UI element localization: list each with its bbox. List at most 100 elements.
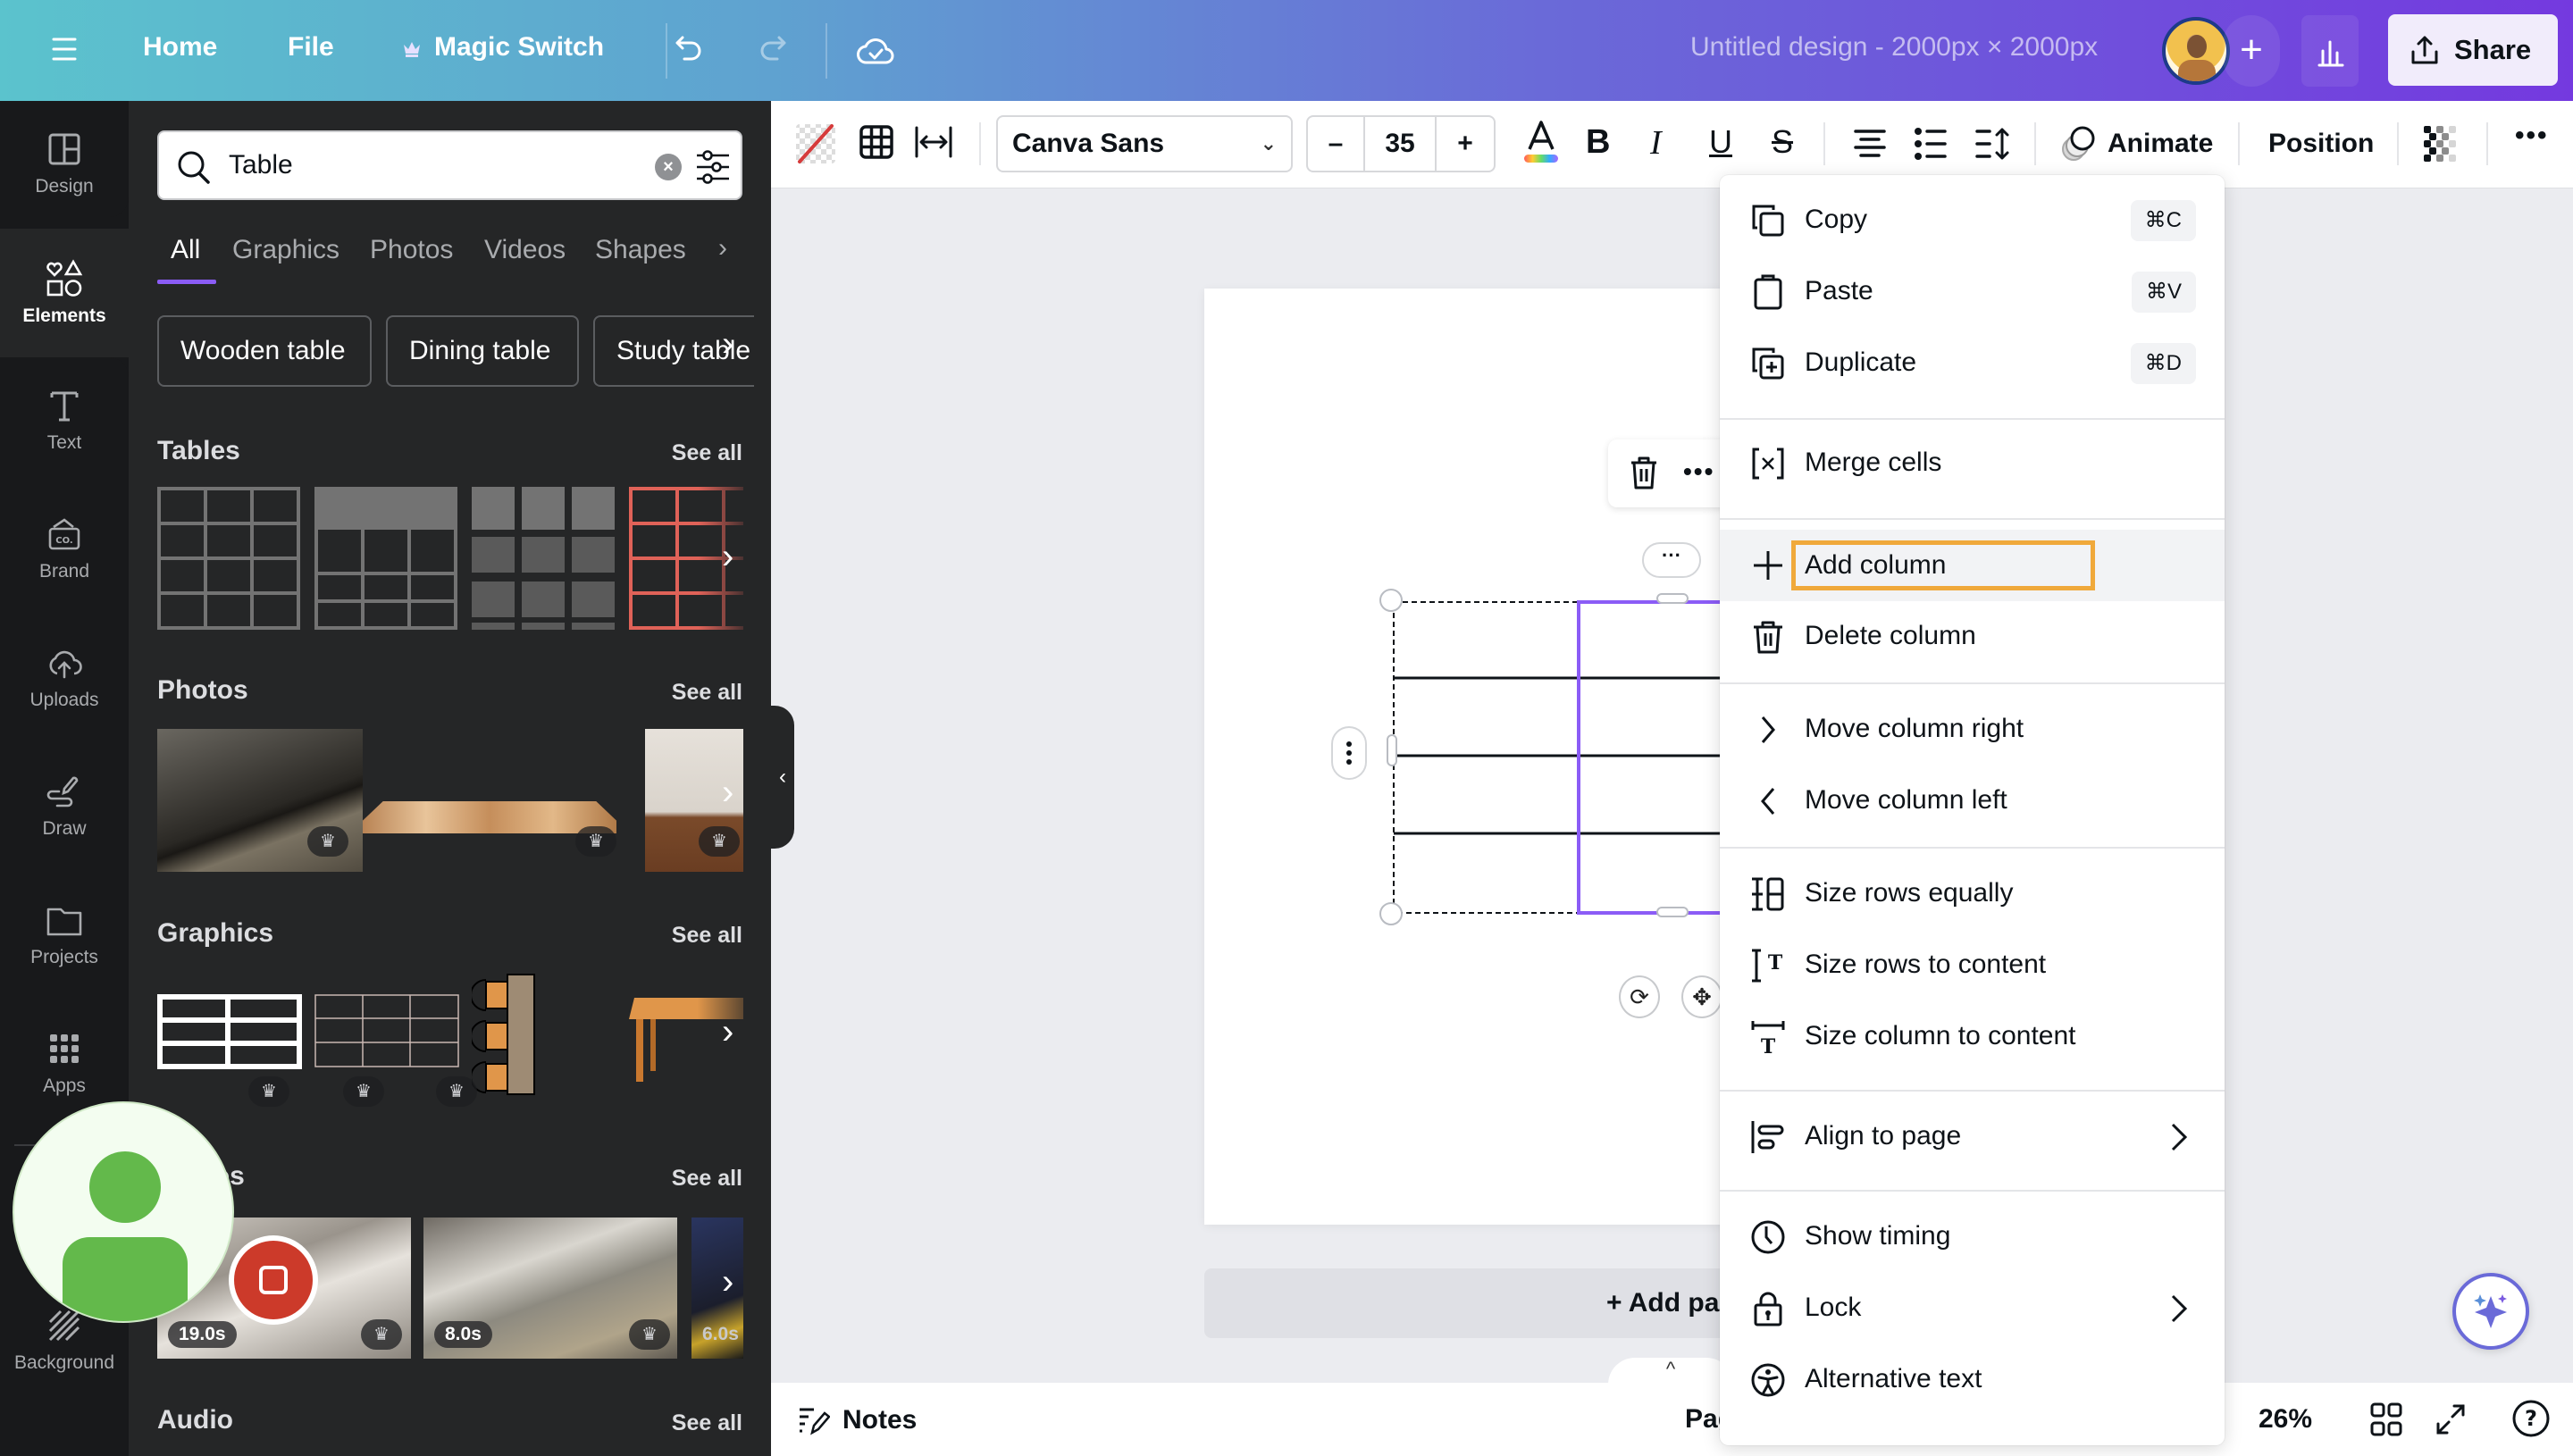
- file-menu[interactable]: File: [288, 32, 334, 63]
- spacing-icon[interactable]: [914, 126, 953, 158]
- home-link[interactable]: Home: [143, 32, 217, 63]
- tab-all[interactable]: All: [171, 235, 200, 265]
- rail-item-projects[interactable]: Projects: [0, 872, 129, 988]
- expand-pages-button[interactable]: ^: [1608, 1358, 1733, 1393]
- more-icon[interactable]: •••: [1683, 457, 1714, 486]
- menu-item-size-column-to-content[interactable]: T Size column to content: [1720, 1001, 2225, 1073]
- see-all-audio[interactable]: See all: [672, 1410, 742, 1436]
- menu-item-delete-column[interactable]: Delete column: [1720, 601, 2225, 673]
- document-title[interactable]: Untitled design - 2000px × 2000px: [1690, 32, 2098, 63]
- record-stop-button[interactable]: [229, 1235, 318, 1325]
- resize-handle[interactable]: [1379, 589, 1403, 612]
- rail-item-draw[interactable]: Draw: [0, 743, 129, 859]
- rotate-button[interactable]: ⟳: [1619, 975, 1660, 1018]
- bullet-list-icon[interactable]: [1913, 126, 1949, 162]
- table-thumbnail[interactable]: [472, 487, 615, 630]
- menu-item-move-column-left[interactable]: Move column left: [1720, 766, 2225, 837]
- zoom-level[interactable]: 26%: [2259, 1404, 2312, 1435]
- rail-item-design[interactable]: Design: [0, 101, 129, 217]
- trash-icon[interactable]: [1626, 454, 1662, 493]
- insights-button[interactable]: [2301, 15, 2359, 87]
- column-options-button[interactable]: ···: [1642, 542, 1701, 578]
- redo-icon[interactable]: [754, 32, 790, 68]
- graphics-next-icon[interactable]: ›: [722, 1012, 733, 1052]
- chip-dining-table[interactable]: Dining table: [386, 315, 579, 387]
- rail-item-text[interactable]: Text: [0, 357, 129, 473]
- fullscreen-icon[interactable]: [2435, 1402, 2467, 1436]
- chip-wooden-table[interactable]: Wooden table: [157, 315, 372, 387]
- menu-item-align-to-page[interactable]: Align to page: [1720, 1101, 2225, 1173]
- tab-shapes[interactable]: Shapes: [595, 235, 686, 265]
- see-all-photos[interactable]: See all: [672, 680, 742, 706]
- font-family-dropdown[interactable]: Canva Sans ⌄: [996, 115, 1293, 172]
- help-icon[interactable]: ?: [2511, 1399, 2551, 1438]
- row-resize-handle[interactable]: [1387, 734, 1397, 766]
- see-all-tables[interactable]: See all: [672, 440, 742, 466]
- row-options-button[interactable]: [1331, 726, 1367, 780]
- tab-graphics[interactable]: Graphics: [232, 235, 339, 265]
- undo-icon[interactable]: [672, 32, 708, 68]
- menu-item-size-rows-to-content[interactable]: T Size rows to content: [1720, 930, 2225, 1001]
- filter-icon[interactable]: [695, 148, 731, 186]
- menu-item-copy[interactable]: Copy ⌘C: [1720, 185, 2225, 256]
- increase-font-size-button[interactable]: +: [1437, 117, 1494, 171]
- hamburger-icon[interactable]: [50, 36, 79, 63]
- photo-thumbnail[interactable]: [363, 801, 616, 833]
- share-button[interactable]: Share: [2388, 14, 2558, 86]
- menu-item-lock[interactable]: Lock: [1720, 1273, 2225, 1344]
- menu-item-paste[interactable]: Paste ⌘V: [1720, 256, 2225, 328]
- menu-item-alternative-text[interactable]: Alternative text: [1720, 1344, 2225, 1416]
- collapse-panel-button[interactable]: ‹: [771, 706, 794, 849]
- table-thumbnail[interactable]: [157, 487, 300, 630]
- magic-switch-button[interactable]: Magic Switch: [434, 32, 604, 63]
- text-color-icon[interactable]: [1521, 119, 1561, 165]
- column-resize-handle[interactable]: [1656, 593, 1689, 604]
- videos-next-icon[interactable]: ›: [722, 1262, 733, 1302]
- cloud-saved-icon[interactable]: [856, 32, 895, 68]
- menu-item-size-rows-equally[interactable]: Size rows equally: [1720, 858, 2225, 930]
- font-size-stepper[interactable]: – 35 +: [1306, 115, 1496, 172]
- underline-button[interactable]: U: [1709, 123, 1732, 161]
- font-size-input[interactable]: 35: [1365, 117, 1437, 171]
- move-button[interactable]: ✥: [1681, 975, 1722, 1018]
- presenter-camera-bubble[interactable]: [13, 1101, 234, 1323]
- decrease-font-size-button[interactable]: –: [1308, 117, 1365, 171]
- menu-item-add-column[interactable]: Add column: [1720, 530, 2225, 601]
- menu-item-move-column-right[interactable]: Move column right: [1720, 694, 2225, 766]
- rail-item-elements[interactable]: Elements: [0, 229, 129, 357]
- notes-button[interactable]: Notes: [798, 1404, 917, 1436]
- column-resize-handle[interactable]: [1656, 907, 1689, 917]
- grid-view-icon[interactable]: [2370, 1402, 2402, 1436]
- rail-item-uploads[interactable]: Uploads: [0, 615, 129, 731]
- bold-button[interactable]: B: [1586, 123, 1610, 162]
- photos-next-icon[interactable]: ›: [722, 773, 733, 813]
- add-collaborator-button[interactable]: +: [2223, 15, 2280, 87]
- tables-next-icon[interactable]: ›: [722, 537, 733, 577]
- search-input[interactable]: Table: [229, 150, 293, 180]
- see-all-videos[interactable]: See all: [672, 1166, 742, 1192]
- tabs-next-icon[interactable]: ›: [718, 233, 727, 264]
- menu-item-show-timing[interactable]: Show timing: [1720, 1201, 2225, 1273]
- rail-item-brand[interactable]: CO. Brand: [0, 486, 129, 602]
- chips-next-icon[interactable]: ›: [722, 324, 733, 364]
- resize-handle[interactable]: [1379, 902, 1403, 925]
- align-center-icon[interactable]: [1852, 128, 1888, 160]
- table-grid-icon[interactable]: [859, 124, 894, 160]
- italic-button[interactable]: I: [1650, 123, 1662, 163]
- more-options-button[interactable]: •••: [2515, 121, 2549, 151]
- graphic-thumbnail[interactable]: [314, 994, 459, 1069]
- table-element[interactable]: [1392, 600, 1759, 915]
- animate-icon[interactable]: [2059, 124, 2099, 163]
- clear-search-icon[interactable]: ×: [655, 154, 682, 180]
- transparency-icon[interactable]: [2422, 124, 2458, 163]
- menu-item-merge-cells[interactable]: Merge cells: [1720, 428, 2225, 499]
- tab-photos[interactable]: Photos: [370, 235, 453, 265]
- strikethrough-button[interactable]: S: [1772, 123, 1793, 161]
- menu-item-duplicate[interactable]: Duplicate ⌘D: [1720, 328, 2225, 399]
- position-button[interactable]: Position: [2268, 129, 2374, 159]
- graphic-thumbnail[interactable]: [157, 994, 302, 1069]
- tab-videos[interactable]: Videos: [484, 235, 566, 265]
- see-all-graphics[interactable]: See all: [672, 923, 742, 949]
- search-box[interactable]: Table ×: [157, 130, 742, 200]
- animate-button[interactable]: Animate: [2108, 129, 2213, 159]
